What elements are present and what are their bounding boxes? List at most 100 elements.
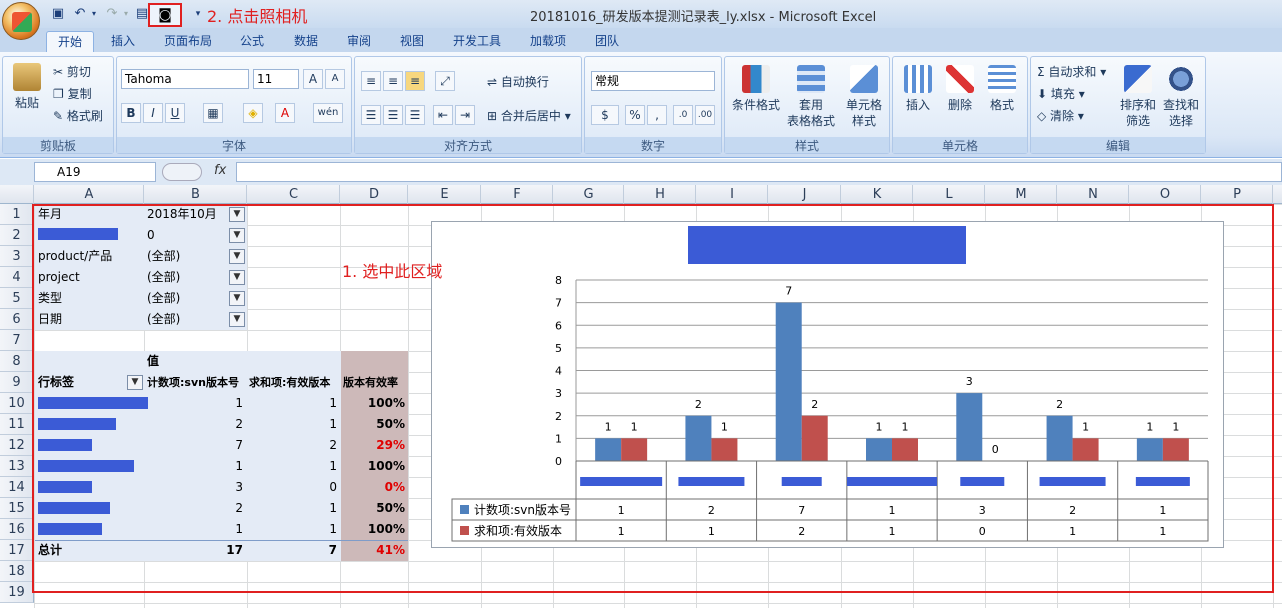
column-header-d[interactable]: D xyxy=(341,185,408,204)
row-header-7[interactable]: 7 xyxy=(0,330,34,351)
merge-center-button[interactable]: ⊞ 合并后居中 ▾ xyxy=(487,107,571,124)
decrease-decimal-icon[interactable]: .00 xyxy=(695,105,715,125)
row-header-17[interactable]: 17 xyxy=(0,540,34,561)
column-header-g[interactable]: G xyxy=(554,185,624,204)
sort-filter-button[interactable]: 排序和 筛选 xyxy=(1117,65,1159,129)
tab-add-ins[interactable]: 加载项 xyxy=(519,31,577,52)
find-select-button[interactable]: 查找和 选择 xyxy=(1159,65,1203,129)
paste-button[interactable]: 粘贴 xyxy=(9,63,45,111)
row-header-11[interactable]: 11 xyxy=(0,414,34,435)
column-header-m[interactable]: M xyxy=(986,185,1057,204)
copy-button[interactable]: ❐ 复制 xyxy=(53,85,92,102)
conditional-format-button[interactable]: 条件格式 xyxy=(729,65,783,113)
row-header-14[interactable]: 14 xyxy=(0,477,34,498)
tab-home[interactable]: 开始 xyxy=(46,31,95,52)
column-header-p[interactable]: P xyxy=(1202,185,1273,204)
autosum-button[interactable]: Σ 自动求和 ▾ xyxy=(1037,63,1106,80)
row-header-10[interactable]: 10 xyxy=(0,393,34,414)
row-header-13[interactable]: 13 xyxy=(0,456,34,477)
group-label-font: 字体 xyxy=(117,137,351,153)
row-header-2[interactable]: 2 xyxy=(0,225,34,246)
tab-page-layout[interactable]: 页面布局 xyxy=(153,31,223,52)
cell-styles-button[interactable]: 单元格 样式 xyxy=(839,65,889,129)
select-all-corner[interactable] xyxy=(0,185,34,204)
phonetic-icon[interactable]: wén xyxy=(313,103,343,123)
italic-icon[interactable]: I xyxy=(143,103,163,123)
delete-cells-button[interactable]: 删除 xyxy=(939,65,981,113)
tab-review[interactable]: 审阅 xyxy=(336,31,382,52)
insert-cells-button[interactable]: 插入 xyxy=(897,65,939,113)
comma-icon[interactable]: , xyxy=(647,105,667,125)
format-as-table-button[interactable]: 套用 表格格式 xyxy=(783,65,839,129)
font-name-combo[interactable]: Tahoma xyxy=(121,69,249,89)
fill-color-icon[interactable]: ◈ xyxy=(243,103,263,123)
fill-button[interactable]: ⬇ 填充 ▾ xyxy=(1037,85,1085,102)
format-painter-button[interactable]: ✎ 格式刷 xyxy=(53,107,103,124)
row-header-12[interactable]: 12 xyxy=(0,435,34,456)
redo-dropdown-icon[interactable]: ▾ xyxy=(118,6,134,22)
tab-view[interactable]: 视图 xyxy=(389,31,435,52)
row-header-18[interactable]: 18 xyxy=(0,561,34,582)
wrap-text-button[interactable]: ⇌ 自动换行 xyxy=(487,73,549,90)
row-header-9[interactable]: 9 xyxy=(0,372,34,393)
column-header-b[interactable]: B xyxy=(145,185,247,204)
tab-team[interactable]: 团队 xyxy=(584,31,630,52)
row-header-4[interactable]: 4 xyxy=(0,267,34,288)
row-header-6[interactable]: 6 xyxy=(0,309,34,330)
column-header-l[interactable]: L xyxy=(914,185,985,204)
currency-icon[interactable]: $ xyxy=(591,105,619,125)
align-bottom-icon[interactable]: ≡ xyxy=(405,71,425,91)
office-button[interactable] xyxy=(2,2,40,40)
column-header-k[interactable]: K xyxy=(842,185,913,204)
column-header-f[interactable]: F xyxy=(482,185,553,204)
column-header-o[interactable]: O xyxy=(1130,185,1201,204)
underline-icon[interactable]: U xyxy=(165,103,185,123)
align-center-icon[interactable]: ☰ xyxy=(383,105,403,125)
row-header-3[interactable]: 3 xyxy=(0,246,34,267)
font-size-combo[interactable]: 11 xyxy=(253,69,299,89)
column-header-h[interactable]: H xyxy=(625,185,696,204)
column-header-i[interactable]: I xyxy=(697,185,768,204)
tab-data[interactable]: 数据 xyxy=(283,31,329,52)
column-header-e[interactable]: E xyxy=(409,185,481,204)
row-header-5[interactable]: 5 xyxy=(0,288,34,309)
shrink-font-icon[interactable]: A xyxy=(325,69,345,89)
qat-customize-icon[interactable]: ▾ xyxy=(190,6,206,22)
font-color-icon[interactable]: A xyxy=(275,103,295,123)
orientation-icon[interactable]: ⤢ xyxy=(435,71,455,91)
borders-icon[interactable]: ▦ xyxy=(203,103,223,123)
name-box[interactable]: A19 xyxy=(34,162,156,182)
align-middle-icon[interactable]: ≡ xyxy=(383,71,403,91)
decrease-indent-icon[interactable]: ⇤ xyxy=(433,105,453,125)
row-header-16[interactable]: 16 xyxy=(0,519,34,540)
row-header-8[interactable]: 8 xyxy=(0,351,34,372)
increase-indent-icon[interactable]: ⇥ xyxy=(455,105,475,125)
formula-input[interactable] xyxy=(236,162,1282,182)
percent-icon[interactable]: % xyxy=(625,105,645,125)
align-right-icon[interactable]: ☰ xyxy=(405,105,425,125)
formula-bar-expander[interactable] xyxy=(162,163,202,181)
cut-button[interactable]: ✂ 剪切 xyxy=(53,63,91,80)
column-header-n[interactable]: N xyxy=(1058,185,1129,204)
format-cells-button[interactable]: 格式 xyxy=(981,65,1023,113)
row-header-1[interactable]: 1 xyxy=(0,204,34,225)
tab-developer[interactable]: 开发工具 xyxy=(442,31,512,52)
bold-icon[interactable]: B xyxy=(121,103,141,123)
camera-button[interactable]: ◙ xyxy=(148,3,182,27)
undo-dropdown-icon[interactable]: ▾ xyxy=(86,6,102,22)
tab-formulas[interactable]: 公式 xyxy=(229,31,275,52)
save-icon[interactable]: ▣ xyxy=(50,6,66,22)
column-header-c[interactable]: C xyxy=(248,185,340,204)
align-top-icon[interactable]: ≡ xyxy=(361,71,381,91)
number-format-combo[interactable]: 常规 xyxy=(591,71,715,91)
row-header-15[interactable]: 15 xyxy=(0,498,34,519)
row-header-19[interactable]: 19 xyxy=(0,582,34,603)
align-left-icon[interactable]: ☰ xyxy=(361,105,381,125)
grow-font-icon[interactable]: A xyxy=(303,69,323,89)
clear-button[interactable]: ◇ 清除 ▾ xyxy=(1037,107,1084,124)
tab-insert[interactable]: 插入 xyxy=(100,31,146,52)
column-header-a[interactable]: A xyxy=(35,185,144,204)
column-header-j[interactable]: J xyxy=(769,185,841,204)
increase-decimal-icon[interactable]: .0 xyxy=(673,105,693,125)
insert-function-icon[interactable]: fx xyxy=(214,163,226,178)
